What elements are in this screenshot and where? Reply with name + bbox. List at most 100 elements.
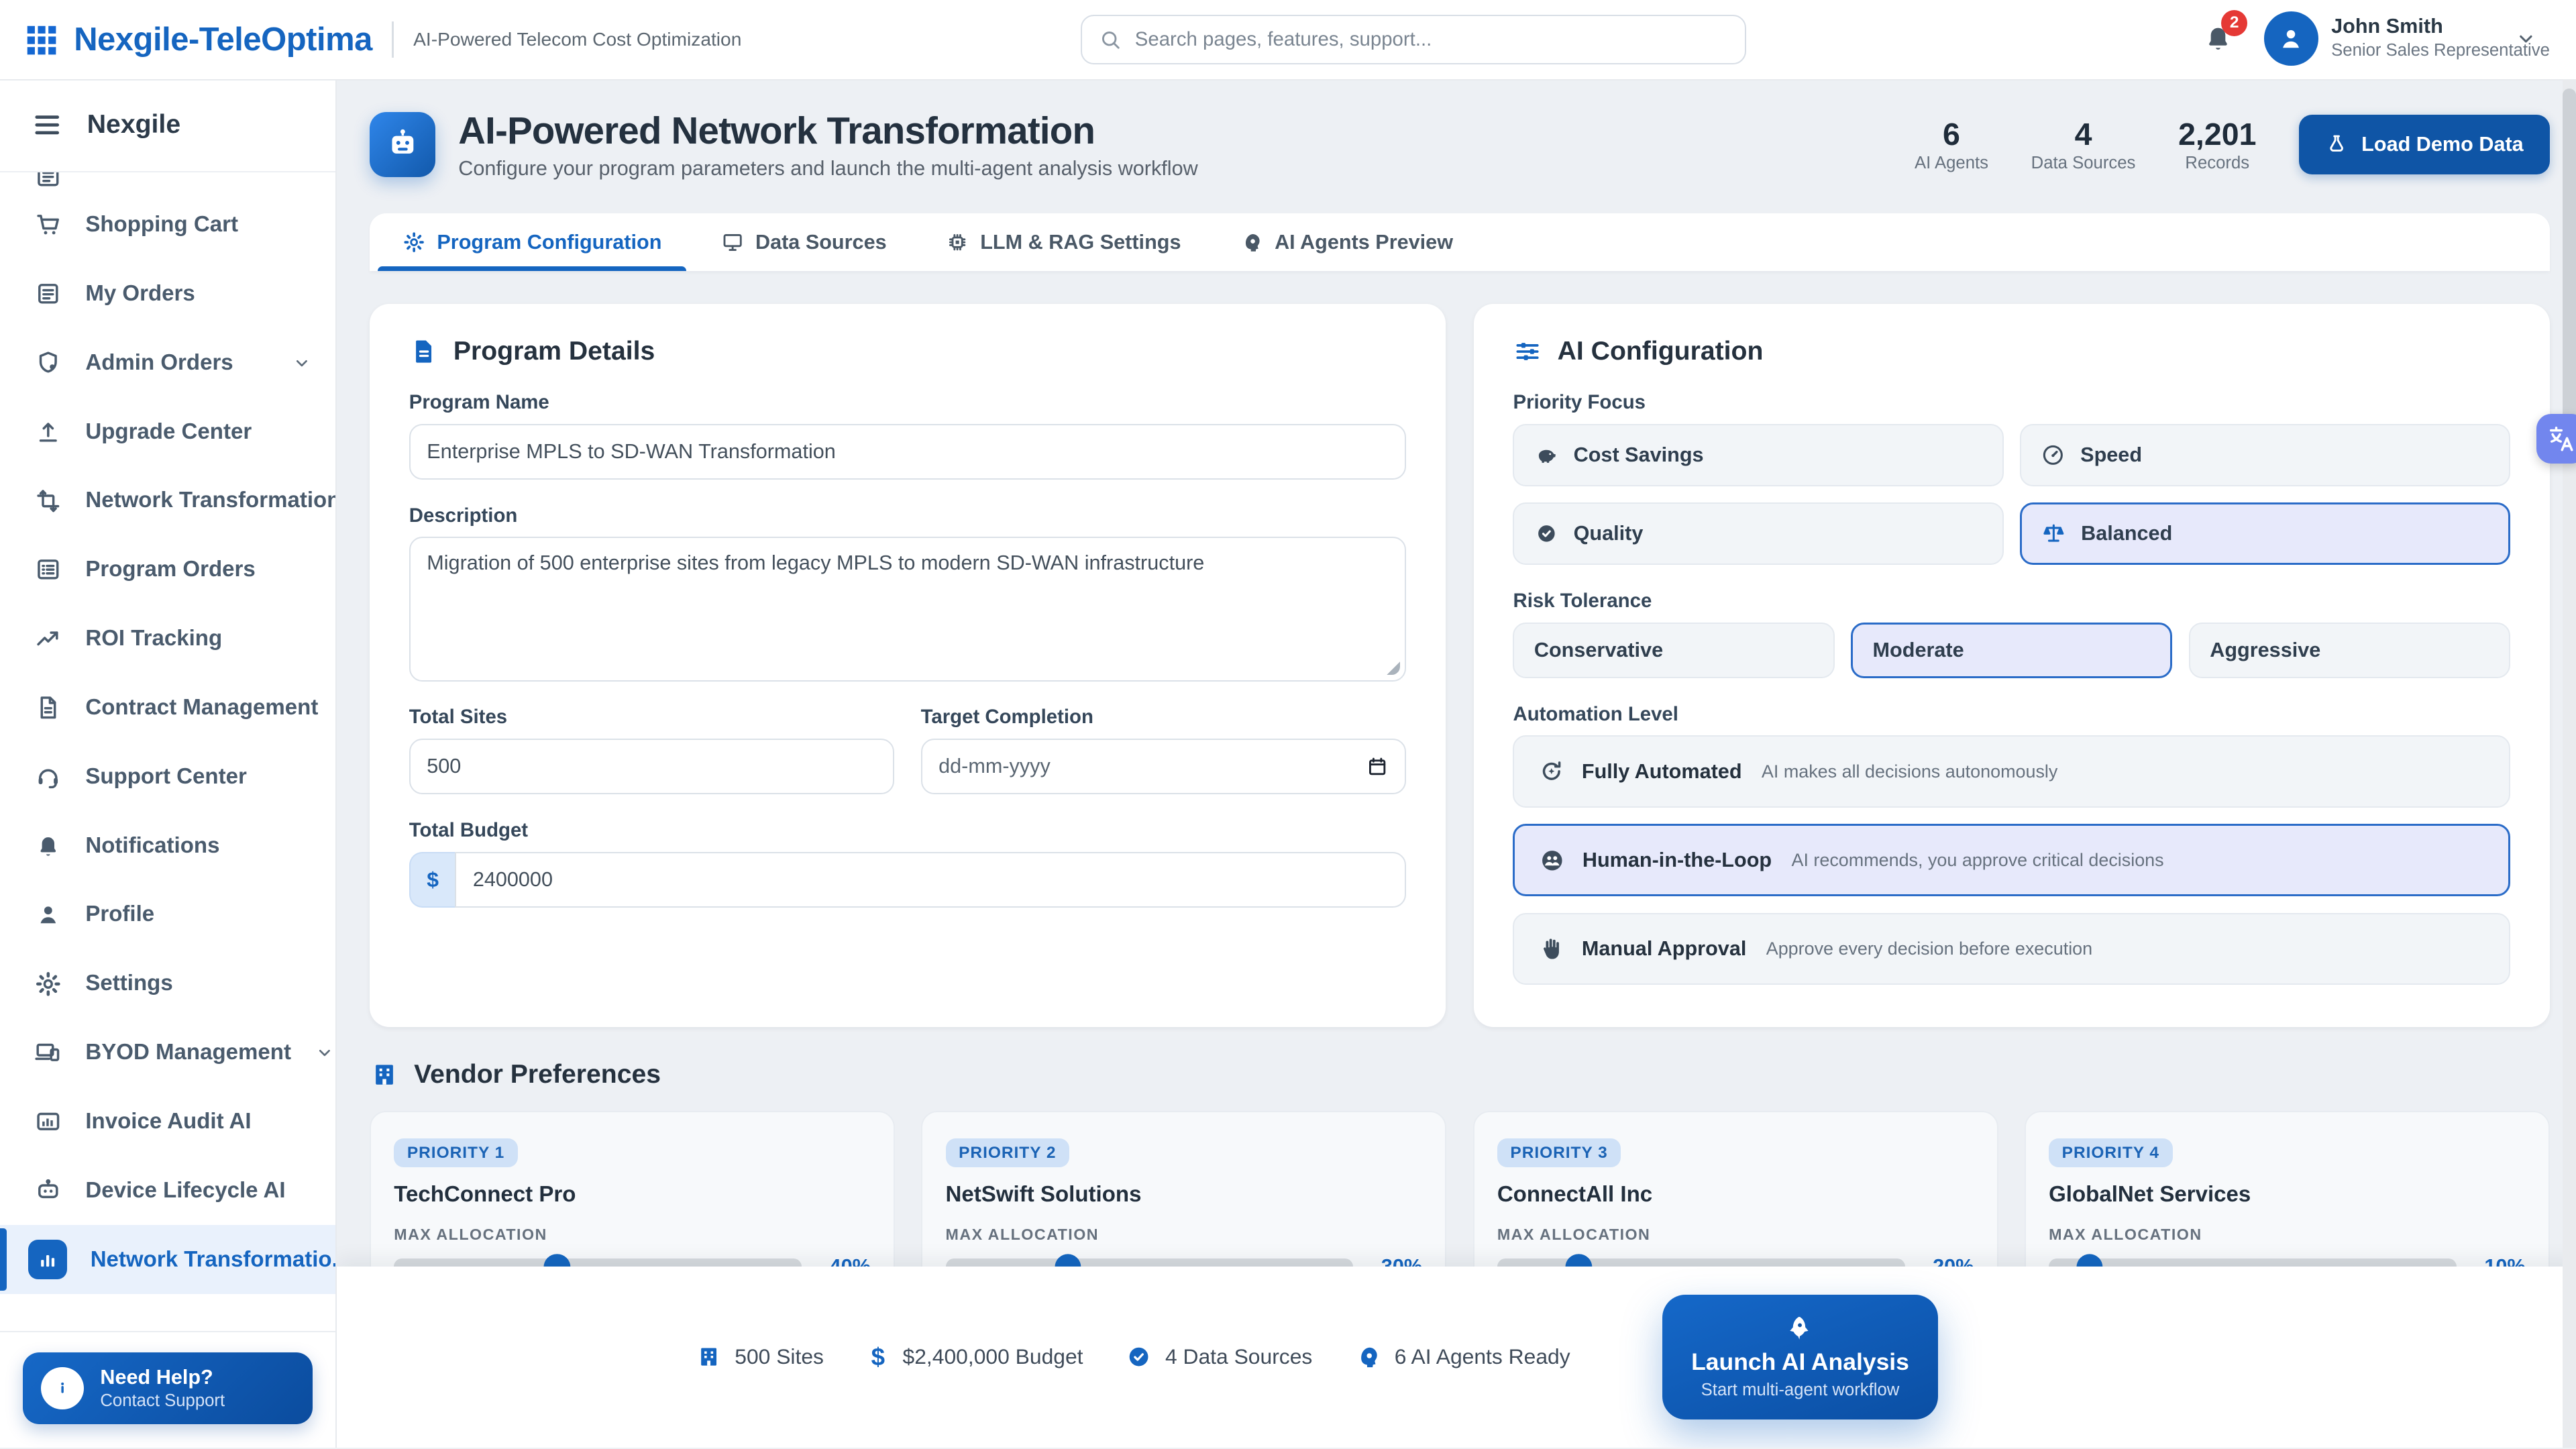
launch-ai-analysis-button[interactable]: Launch AI Analysis Start multi-agent wor…: [1662, 1295, 1938, 1419]
tab-bar: Program ConfigurationData Sources LLM & R…: [370, 213, 2550, 271]
date-placeholder: dd-mm-yyyy: [938, 755, 1051, 778]
header-stat-records: 2,201 Records: [2178, 116, 2256, 173]
sidebar-item-label: Network Transformation: [85, 488, 335, 513]
tab-label: LLM & RAG Settings: [980, 231, 1181, 254]
option-label: Speed: [2080, 443, 2142, 467]
tab-ai-agents-preview[interactable]: AI Agents Preview: [1211, 213, 1483, 271]
priority-option-cost-savings[interactable]: Cost Savings: [1513, 424, 2003, 486]
risk-option-conservative[interactable]: Conservative: [1513, 623, 1834, 678]
user-name: John Smith: [2331, 15, 2443, 38]
tab-data-sources[interactable]: Data Sources: [691, 213, 916, 271]
sidebar-item-invoice-audit-ai[interactable]: Invoice Audit AI: [0, 1087, 335, 1157]
load-demo-label: Load Demo Data: [2361, 133, 2524, 156]
invoice-icon: [34, 1108, 62, 1136]
automation-option-human-in-the-loop[interactable]: Human-in-the-LoopAI recommends, you appr…: [1513, 824, 2510, 896]
sidebar-item-settings[interactable]: Settings: [0, 949, 335, 1018]
bell-icon: [34, 832, 62, 860]
stat-label: Records: [2178, 154, 2256, 173]
priority-option-balanced[interactable]: Balanced: [2020, 502, 2510, 565]
total-sites-input[interactable]: 500: [409, 739, 895, 794]
sidebar-item-device-lifecycle-ai[interactable]: Device Lifecycle AI: [0, 1156, 335, 1225]
sliders-icon: [1513, 337, 1542, 366]
sidebar: Nexgile Shopping Cart My Orders Admin Orde…: [0, 79, 337, 1448]
avatar[interactable]: [2264, 11, 2318, 66]
option-label: Balanced: [2081, 522, 2172, 545]
calendar-icon[interactable]: [1366, 755, 1389, 778]
launch-subtitle: Start multi-agent workflow: [1701, 1381, 1900, 1400]
sidebar-item-label: Upgrade Center: [85, 419, 252, 445]
brand: Nexgile-TeleOptima AI-Powered Telecom Co…: [23, 0, 741, 79]
tab-llm-rag-settings[interactable]: LLM & RAG Settings: [916, 213, 1211, 271]
automation-option-manual-approval[interactable]: Manual ApprovalApprove every decision be…: [1513, 913, 2510, 985]
page-title: AI-Powered Network Transformation: [458, 109, 1197, 152]
priority-badge: PRIORITY 4: [2049, 1138, 2172, 1167]
total-sites-label: Total Sites: [409, 706, 895, 729]
sidebar-item-program-orders[interactable]: Program Orders: [0, 535, 335, 604]
priority-option-quality[interactable]: Quality: [1513, 502, 2003, 565]
sidebar-item-profile[interactable]: Profile: [0, 880, 335, 949]
vendor-name: ConnectAll Inc: [1497, 1182, 1974, 1208]
risk-option-aggressive[interactable]: Aggressive: [2189, 623, 2510, 678]
description-textarea[interactable]: Migration of 500 enterprise sites from l…: [409, 537, 1407, 682]
search-input[interactable]: Search pages, features, support...: [1081, 15, 1746, 64]
transform-icon: [34, 487, 62, 515]
program-details-card: Program Details Program Name Enterprise …: [370, 304, 1446, 1027]
option-label: Quality: [1574, 522, 1644, 545]
option-desc: Approve every decision before execution: [1766, 938, 2092, 959]
header-stat-data-sources: 4Data Sources: [2031, 116, 2136, 173]
sidebar-item-admin-orders[interactable]: Admin Orders: [0, 328, 335, 397]
automation-option-fully-automated[interactable]: Fully AutomatedAI makes all decisions au…: [1513, 735, 2510, 808]
chevdown-icon: [291, 352, 313, 374]
total-budget-label: Total Budget: [409, 819, 1407, 842]
bottom-stat-2: 4 Data Sources: [1126, 1344, 1312, 1370]
sidebar-item-notifications[interactable]: Notifications: [0, 811, 335, 880]
sidebar-item-roi-tracking[interactable]: ROI Tracking: [0, 604, 335, 674]
sidebar-item-network-transformatio[interactable]: Network Transformatio...: [0, 1225, 335, 1294]
barchart-icon: [28, 1240, 68, 1279]
help-title: Need Help?: [100, 1364, 225, 1390]
sidebar-item-network-transformation[interactable]: Network Transformation: [0, 466, 335, 535]
sidebar-item-label: Network Transformatio...: [91, 1247, 335, 1273]
sidebar-title: Nexgile: [87, 110, 180, 140]
risk-option-moderate[interactable]: Moderate: [1851, 623, 2172, 678]
option-label: Aggressive: [2210, 639, 2320, 662]
quality-icon: [1534, 521, 1559, 546]
search-icon: [1099, 28, 1122, 51]
chevdown-icon: [314, 1042, 335, 1063]
sidebar-item-byod-management[interactable]: BYOD Management: [0, 1018, 335, 1087]
sidebar-item-support-center[interactable]: Support Center: [0, 742, 335, 811]
sidebar-item-contract-management[interactable]: Contract Management: [0, 674, 335, 743]
scrollbar-thumb[interactable]: [2563, 89, 2576, 458]
sidebar-item-label: Notifications: [85, 833, 219, 859]
bottom-stat-0: 500 Sites: [696, 1344, 824, 1370]
sidebar-item-label: My Orders: [85, 281, 195, 307]
search-placeholder: Search pages, features, support...: [1135, 28, 1432, 51]
target-completion-date-input[interactable]: dd-mm-yyyy: [921, 739, 1407, 794]
priority-option-speed[interactable]: Speed: [2020, 424, 2510, 486]
stat-value: 2,201: [2178, 116, 2256, 152]
hamburger-menu-icon[interactable]: [32, 109, 63, 141]
chevron-down-icon[interactable]: [2514, 26, 2538, 51]
sidebar-item-partial[interactable]: [0, 172, 335, 191]
list-icon: [34, 555, 62, 584]
translate-button[interactable]: [2536, 414, 2576, 463]
divider: [392, 21, 393, 58]
total-budget-input[interactable]: 2400000: [455, 852, 1406, 908]
option-label: Conservative: [1534, 639, 1663, 662]
scrollbar[interactable]: [2563, 79, 2576, 1448]
program-name-input[interactable]: Enterprise MPLS to SD-WAN Transformation: [409, 424, 1407, 480]
allocation-label: MAX ALLOCATION: [1497, 1226, 1974, 1244]
tab-program-configuration[interactable]: Program Configuration: [373, 213, 692, 271]
sidebar-item-upgrade-center[interactable]: Upgrade Center: [0, 397, 335, 466]
sidebar-item-my-orders[interactable]: My Orders: [0, 259, 335, 328]
program-name-label: Program Name: [409, 391, 1407, 414]
sidebar-item-shopping-cart[interactable]: Shopping Cart: [0, 191, 335, 260]
load-demo-data-button[interactable]: Load Demo Data: [2299, 115, 2550, 174]
page-subtitle: Configure your program parameters and la…: [458, 157, 1197, 180]
need-help-button[interactable]: Need Help? Contact Support: [23, 1352, 312, 1425]
allocation-label: MAX ALLOCATION: [946, 1226, 1423, 1244]
sidebar-item-label: BYOD Management: [85, 1040, 291, 1065]
upload-icon: [34, 418, 62, 446]
automation-level-label: Automation Level: [1513, 703, 2510, 726]
option-title: Fully Automated: [1582, 760, 1742, 784]
